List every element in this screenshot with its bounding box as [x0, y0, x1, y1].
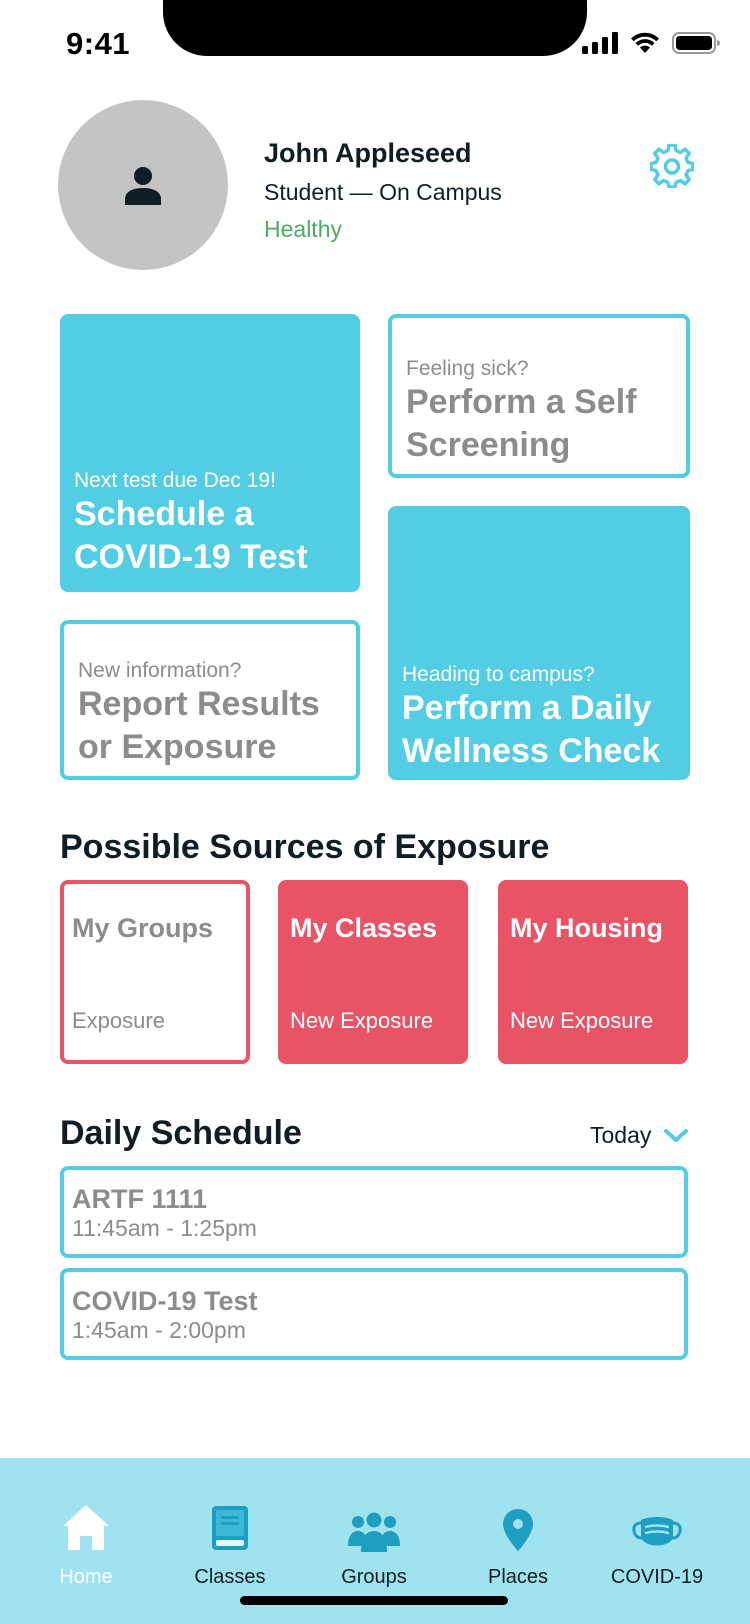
location-pin-icon — [503, 1509, 533, 1551]
exposure-heading: Possible Sources of Exposure — [60, 828, 550, 866]
home-icon — [63, 1505, 109, 1550]
tab-label: Home — [59, 1566, 113, 1588]
health-status: Healthy — [264, 216, 342, 242]
status-bar: 9:41 — [0, 0, 750, 90]
schedule-filter-dropdown[interactable]: Today — [590, 1122, 689, 1149]
exposure-tile-status: New Exposure — [290, 1008, 434, 1033]
group-icon — [348, 1512, 400, 1552]
schedule-item[interactable]: ARTF 1111 11:45am - 1:25pm — [60, 1166, 688, 1258]
gear-icon[interactable] — [650, 144, 694, 188]
chevron-down-icon — [664, 1128, 689, 1142]
mask-icon — [632, 1517, 682, 1546]
exposure-tile-groups[interactable]: My Groups Exposure — [60, 880, 250, 1064]
self-screening-title: Perform a Self Screening — [406, 383, 637, 464]
self-screening-subtitle: Feeling sick? — [406, 356, 529, 380]
tab-label: Groups — [341, 1566, 407, 1588]
home-indicator — [240, 1596, 508, 1605]
exposure-tile-status: New Exposure — [510, 1008, 654, 1033]
schedule-test-title: Schedule a COVID-19 Test — [74, 495, 308, 576]
report-results-title: Report Results or Exposure — [78, 685, 320, 766]
schedule-item[interactable]: COVID-19 Test 1:45am - 2:00pm — [60, 1268, 688, 1360]
tab-label: Classes — [194, 1566, 266, 1588]
report-results-subtitle: New information? — [78, 658, 242, 682]
tab-label: Places — [487, 1566, 549, 1588]
schedule-item-title: COVID-19 Test — [72, 1286, 258, 1316]
exposure-tile-name: My Groups — [72, 913, 214, 943]
avatar[interactable] — [58, 100, 228, 270]
wellness-check-subtitle: Heading to campus? — [402, 662, 595, 686]
person-icon — [125, 167, 161, 205]
schedule-item-time: 1:45am - 2:00pm — [72, 1317, 246, 1344]
book-icon — [212, 1506, 248, 1550]
tab-label: COVID-19 — [610, 1566, 704, 1588]
status-time: 9:41 — [66, 26, 131, 61]
schedule-heading: Daily Schedule — [60, 1114, 302, 1152]
self-screening-card[interactable]: Feeling sick? Perform a Self Screening — [388, 314, 690, 478]
schedule-filter-label: Today — [590, 1122, 652, 1148]
wellness-check-title: Perform a Daily Wellness Check — [402, 689, 661, 770]
device-notch — [163, 0, 587, 56]
cellular-signal-icon — [582, 32, 618, 54]
tab-home[interactable]: Home — [11, 1458, 161, 1624]
exposure-tile-name: My Housing — [510, 913, 663, 943]
schedule-test-subtitle: Next test due Dec 19! — [74, 468, 276, 492]
report-results-card[interactable]: New information? Report Results or Expos… — [60, 620, 360, 780]
wifi-icon — [631, 32, 659, 53]
exposure-tile-housing[interactable]: My Housing New Exposure — [498, 880, 688, 1064]
schedule-item-title: ARTF 1111 — [72, 1184, 208, 1214]
exposure-tile-status: Exposure — [72, 1008, 165, 1033]
exposure-tile-name: My Classes — [290, 913, 438, 943]
schedule-test-card[interactable]: Next test due Dec 19! Schedule a COVID-1… — [60, 314, 360, 592]
schedule-item-time: 11:45am - 1:25pm — [72, 1215, 257, 1242]
battery-icon — [672, 32, 720, 54]
profile-name: John Appleseed — [264, 138, 472, 168]
tab-covid[interactable]: COVID-19 — [582, 1458, 732, 1624]
profile-info: John Appleseed Student — On Campus Healt… — [264, 138, 502, 243]
exposure-tile-classes[interactable]: My Classes New Exposure — [278, 880, 468, 1064]
profile-role: Student — On Campus — [264, 179, 502, 205]
wellness-check-card[interactable]: Heading to campus? Perform a Daily Welln… — [388, 506, 690, 780]
status-icons — [582, 32, 720, 54]
